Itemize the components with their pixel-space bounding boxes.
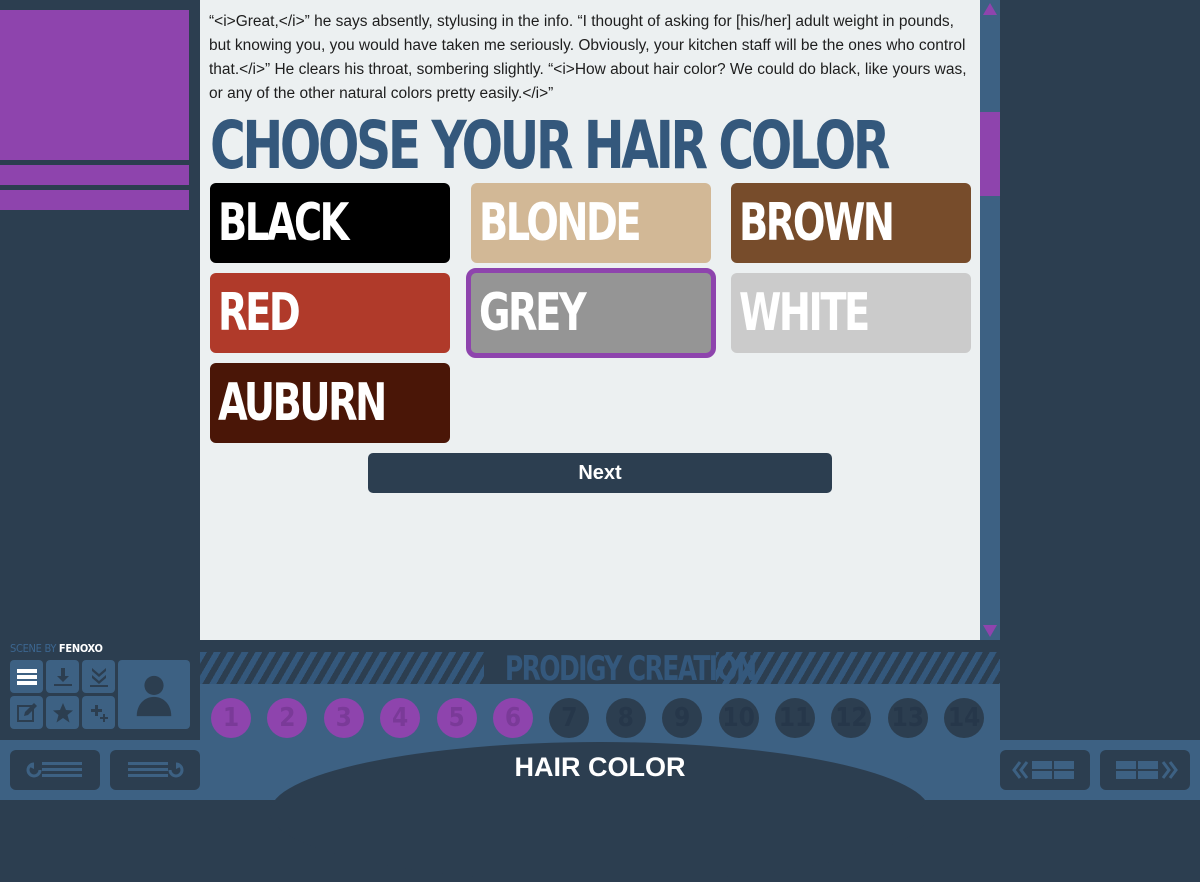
option-label: BLACK	[218, 193, 349, 253]
forward-icon	[128, 762, 184, 778]
scrollbar-thumb[interactable]	[980, 112, 1000, 196]
menu-button[interactable]	[10, 660, 43, 693]
choice-header: CHOOSE YOUR HAIR COLOR	[210, 107, 890, 184]
person-icon	[136, 675, 172, 716]
progress-step: 3	[323, 698, 364, 738]
character-portrait	[0, 10, 189, 160]
triangle-up-icon	[983, 3, 997, 15]
status-bar-1	[0, 165, 189, 185]
right-panel	[1000, 0, 1200, 740]
progress-step: 10	[718, 698, 759, 738]
progress-title: PRODIGY CREATION	[504, 649, 757, 689]
progress-steps	[200, 684, 1000, 740]
triangle-down-icon	[983, 625, 997, 637]
hair-color-brown-button[interactable]: BROWN	[731, 183, 971, 263]
progress-step: 12	[831, 698, 872, 738]
back-button[interactable]	[10, 750, 100, 790]
next-log-icon	[1116, 761, 1178, 779]
star-icon	[52, 702, 73, 722]
option-label: AUBURN	[218, 373, 387, 433]
option-label: WHITE	[739, 283, 870, 343]
story-text: “<i>Great,</i>” he says absently, stylus…	[209, 13, 967, 102]
progress-step: 9	[662, 698, 703, 738]
perks-icon	[90, 704, 108, 722]
hair-color-auburn-button[interactable]: AUBURN	[210, 363, 450, 443]
progress-step: 6	[493, 698, 533, 738]
save-button[interactable]	[46, 660, 79, 693]
option-label: RED	[218, 283, 301, 343]
progress-step: 8	[605, 698, 646, 738]
option-label: BROWN	[739, 193, 895, 253]
prev-log-button[interactable]	[1000, 750, 1090, 790]
hair-color-white-button[interactable]: WHITE	[731, 273, 971, 353]
favorite-button[interactable]	[46, 696, 79, 729]
edit-icon	[16, 702, 37, 722]
perks-button[interactable]	[82, 696, 115, 729]
appearance-button[interactable]	[118, 660, 190, 729]
progress-step: 14	[944, 698, 985, 738]
next-log-button[interactable]	[1100, 750, 1190, 790]
scene-title: HAIR COLOR	[514, 752, 686, 782]
progress-step: 1	[211, 698, 251, 738]
quicksave-icon	[89, 667, 108, 687]
status-bar-2	[0, 190, 189, 210]
progress-step: 5	[436, 698, 477, 738]
scene-credit-label: SCENE BY	[10, 642, 57, 655]
forward-button[interactable]	[110, 750, 200, 790]
progress-step: 11	[775, 698, 815, 738]
hair-color-grey-button[interactable]: GREY	[466, 268, 716, 358]
hair-color-black-button[interactable]: BLACK	[210, 183, 450, 263]
scene-credit-author: FENOXO	[58, 642, 103, 655]
hair-color-red-button[interactable]: RED	[210, 273, 450, 353]
edit-button[interactable]	[10, 696, 43, 729]
scrollbar-track[interactable]	[980, 0, 1000, 640]
hair-color-blonde-button[interactable]: BLONDE	[471, 183, 711, 263]
scroll-down-button[interactable]	[980, 620, 1000, 640]
scene-credit: SCENE BY FENOXO	[10, 642, 103, 655]
quicksave-button[interactable]	[82, 660, 115, 693]
option-label: BLONDE	[479, 193, 642, 253]
back-icon	[26, 762, 82, 778]
menu-icon	[16, 668, 37, 685]
scroll-up-button[interactable]	[980, 0, 1000, 20]
next-button[interactable]: Next	[368, 453, 832, 493]
prev-log-icon	[1012, 761, 1074, 779]
progress-step: 4	[380, 698, 421, 738]
save-icon	[53, 667, 72, 686]
progress-step: 13	[887, 698, 928, 738]
option-label: GREY	[479, 283, 587, 343]
